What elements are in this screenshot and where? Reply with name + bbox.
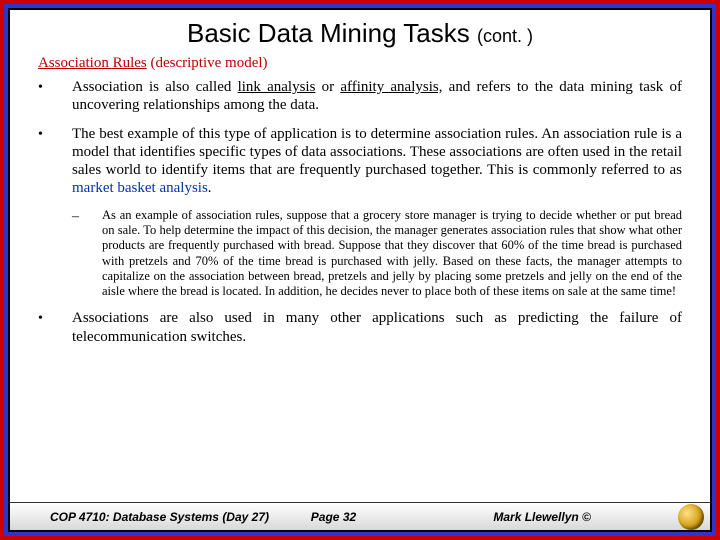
slide-subtitle: Association Rules (descriptive model) bbox=[10, 53, 710, 78]
b1-mid: or bbox=[315, 79, 340, 95]
footer-course: COP 4710: Database Systems (Day 27) bbox=[50, 510, 311, 524]
bullet-1-text: Association is also called link analysis… bbox=[72, 78, 682, 115]
b1-u2: affinity analysis, bbox=[340, 79, 442, 95]
b1-pre: Association is also called bbox=[72, 79, 238, 95]
slide-body: Basic Data Mining Tasks (cont. ) Associa… bbox=[10, 10, 710, 530]
bullet-3: • Associations are also used in many oth… bbox=[38, 309, 682, 346]
footer-author: Mark Llewellyn © bbox=[493, 510, 702, 524]
title-cont: (cont. ) bbox=[477, 26, 533, 46]
frame-mid: Basic Data Mining Tasks (cont. ) Associa… bbox=[4, 4, 716, 536]
sub-bullet-1-text: As an example of association rules, supp… bbox=[102, 208, 682, 300]
subtitle-lead: Association Rules bbox=[38, 55, 147, 71]
ucf-logo-icon bbox=[678, 504, 704, 530]
bullet-marker: • bbox=[38, 309, 72, 327]
sub-bullet-1: – As an example of association rules, su… bbox=[72, 208, 682, 300]
title-main: Basic Data Mining Tasks bbox=[187, 18, 470, 48]
b2-blue: market basket analysis bbox=[72, 180, 208, 196]
bullet-marker: • bbox=[38, 78, 72, 96]
subtitle-tail: (descriptive model) bbox=[147, 55, 268, 71]
b2-pre: The best example of this type of applica… bbox=[72, 126, 682, 179]
bullet-1: • Association is also called link analys… bbox=[38, 78, 682, 115]
bullet-marker: • bbox=[38, 125, 72, 143]
bullet-3-text: Associations are also used in many other… bbox=[72, 309, 682, 346]
slide-title: Basic Data Mining Tasks (cont. ) bbox=[10, 10, 710, 53]
frame-outer: Basic Data Mining Tasks (cont. ) Associa… bbox=[0, 0, 720, 540]
frame-inner: Basic Data Mining Tasks (cont. ) Associa… bbox=[8, 8, 712, 532]
sub-marker: – bbox=[72, 208, 102, 225]
b1-u1: link analysis bbox=[238, 79, 316, 95]
bullet-2: • The best example of this type of appli… bbox=[38, 125, 682, 198]
bullet-2-text: The best example of this type of applica… bbox=[72, 125, 682, 198]
slide-footer: COP 4710: Database Systems (Day 27) Page… bbox=[10, 502, 710, 530]
slide-content: • Association is also called link analys… bbox=[10, 78, 710, 502]
b2-post: . bbox=[208, 180, 212, 196]
footer-page: Page 32 bbox=[311, 510, 494, 524]
